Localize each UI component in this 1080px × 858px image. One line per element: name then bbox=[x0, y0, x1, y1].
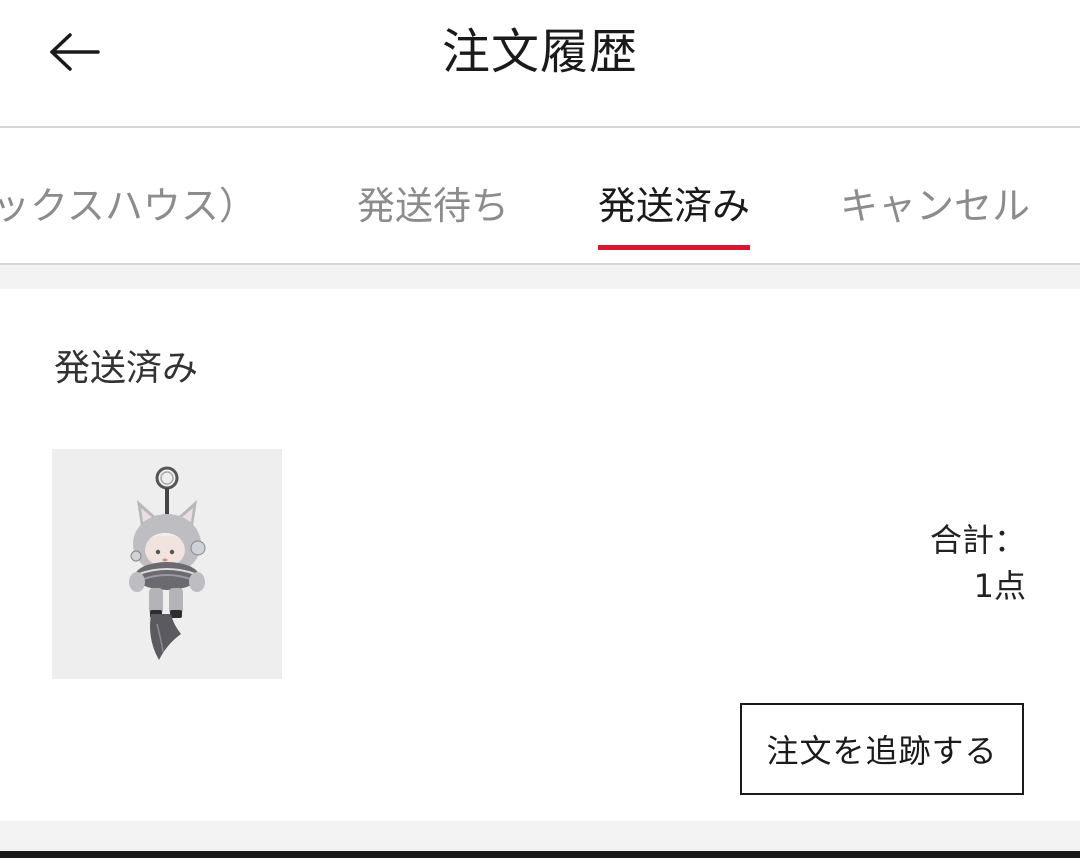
active-tab-indicator bbox=[598, 245, 751, 250]
total-label: 合計： bbox=[929, 521, 1026, 559]
tab-shipped[interactable]: 発送済み bbox=[598, 176, 751, 250]
order-totals: 合計： 1点 bbox=[930, 517, 1026, 609]
order-status-tabs: ックスハウス） 発送待ち 発送済み キャンセル bbox=[0, 128, 1080, 265]
total-count: 1点 bbox=[973, 567, 1026, 605]
tab-shipped-label: 発送済み bbox=[598, 184, 751, 228]
order-card[interactable]: 発送済み 合計： 1点 注文を追跡する bbox=[0, 289, 1080, 821]
section-separator bbox=[0, 265, 1080, 289]
keychain-figure-image bbox=[129, 466, 206, 660]
product-thumbnail[interactable] bbox=[52, 449, 282, 679]
track-order-button[interactable]: 注文を追跡する bbox=[740, 703, 1024, 795]
bottom-edge bbox=[0, 851, 1080, 858]
tab-cancelled[interactable]: キャンセル bbox=[840, 176, 1030, 246]
header-bar: 注文履歴 bbox=[0, 0, 1080, 128]
section-separator-bottom bbox=[0, 821, 1080, 851]
page-title: 注文履歴 bbox=[441, 24, 638, 80]
tab-awaiting-shipment[interactable]: 発送待ち bbox=[357, 176, 509, 246]
order-history-page: 注文履歴 ックスハウス） 発送待ち 発送済み キャンセル 発送済み 合計： 1点… bbox=[0, 0, 1080, 858]
order-status-label: 発送済み bbox=[54, 348, 199, 389]
tab-box-house[interactable]: ックスハウス） bbox=[0, 176, 257, 246]
